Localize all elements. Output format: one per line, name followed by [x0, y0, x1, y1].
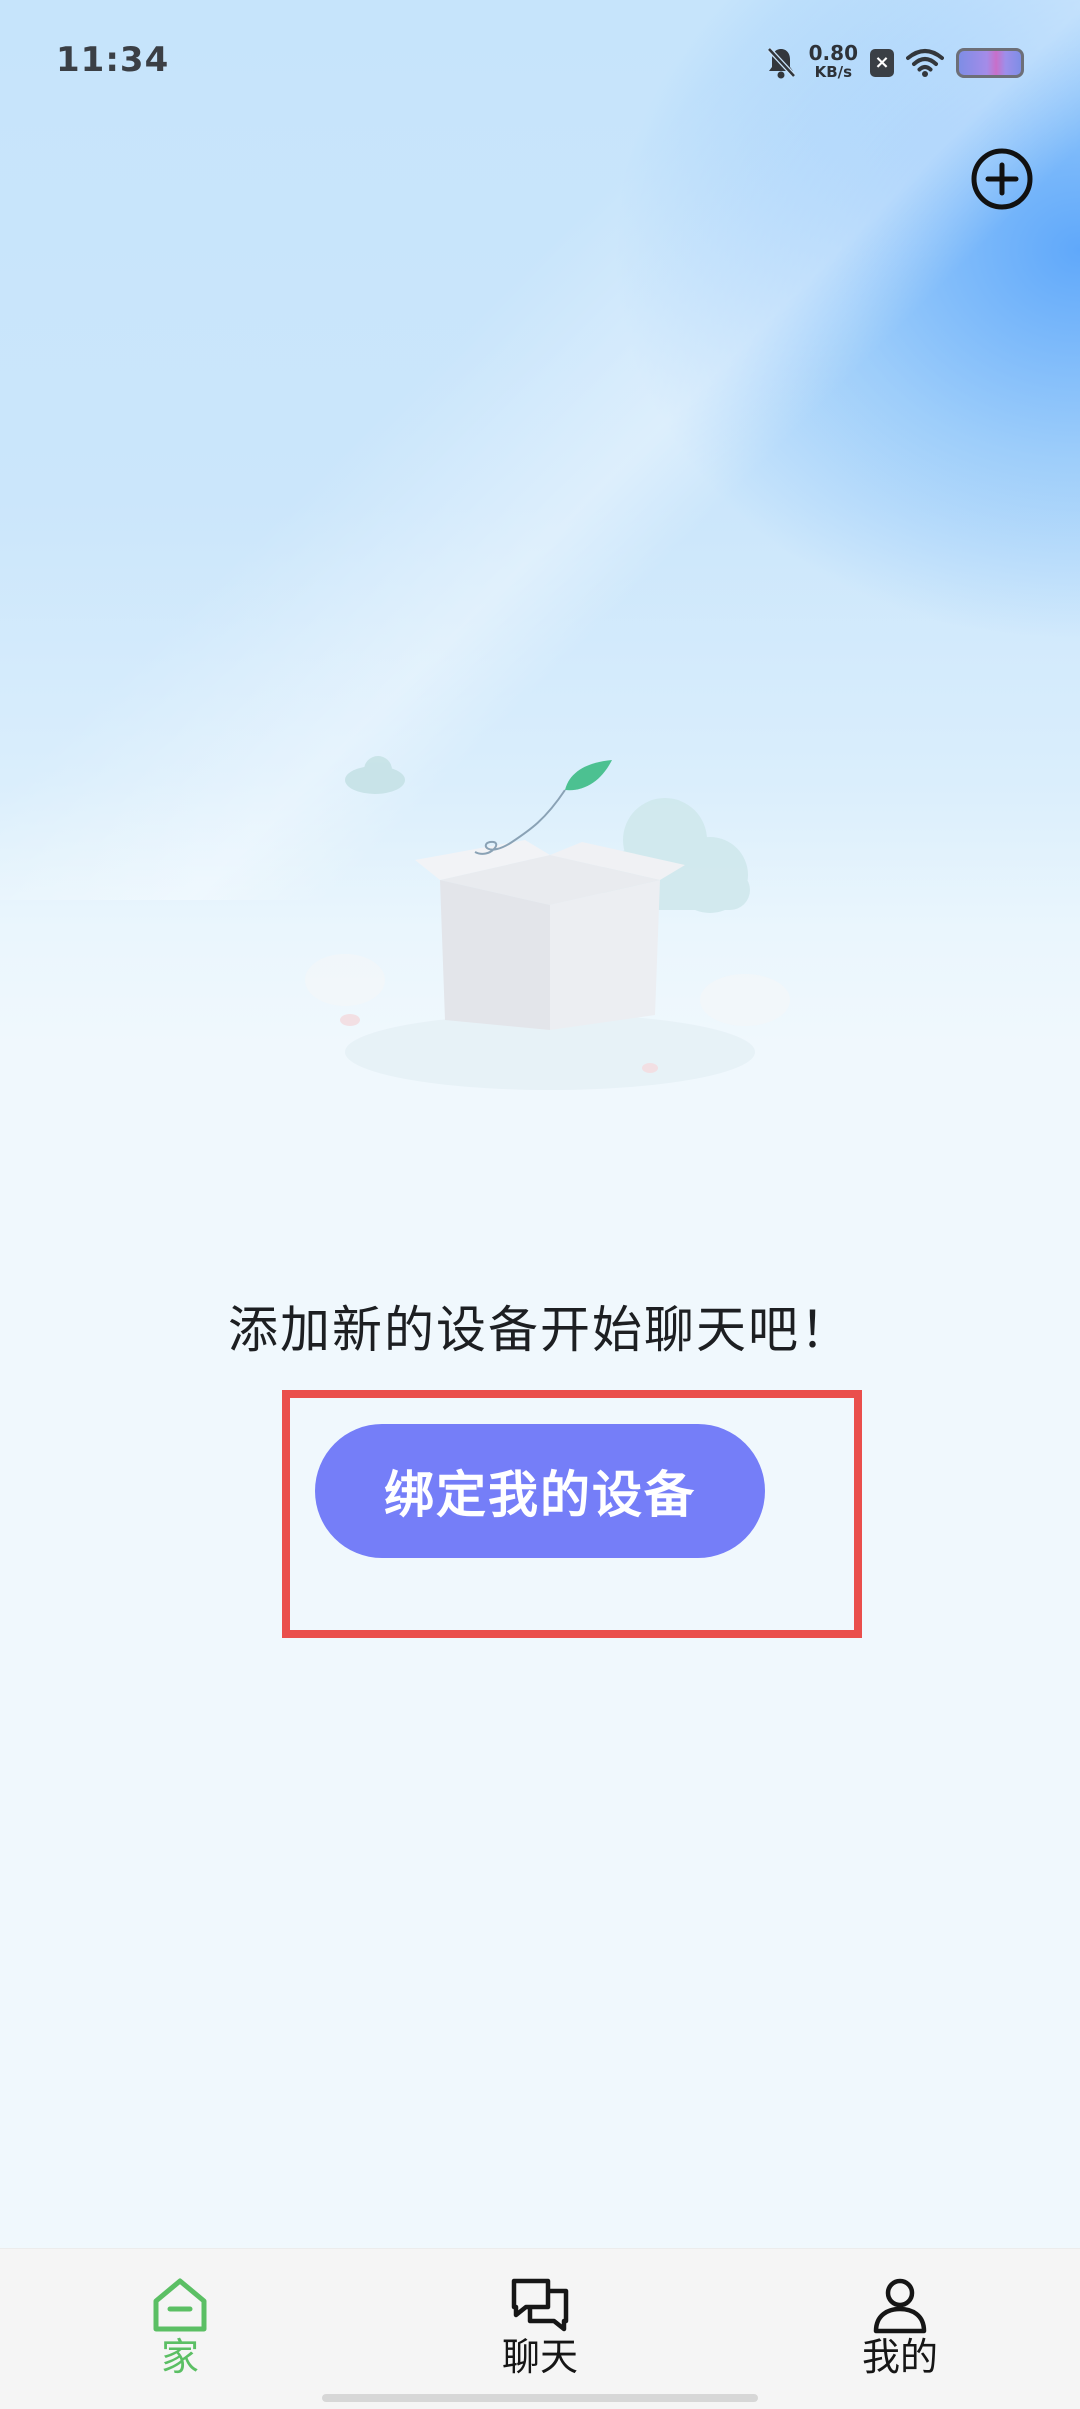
network-speed-unit: KB/s — [814, 63, 853, 81]
nav-item-me-label: 我的 — [861, 2335, 938, 2379]
bottom-nav: 家 聊天 我的 — [0, 2248, 1080, 2409]
nav-item-me[interactable]: 我的 — [800, 2249, 1000, 2389]
bind-device-button[interactable]: 绑定我的设备 — [315, 1424, 765, 1558]
status-bar: 11:34 0.80 KB/s × — [0, 0, 1080, 128]
wifi-icon — [906, 49, 944, 77]
empty-box-illustration — [305, 756, 790, 1090]
plus-circle-icon[interactable] — [970, 147, 1034, 211]
status-time: 11:34 — [56, 40, 170, 80]
empty-state-message: 添加新的设备开始聊天吧！ — [228, 1301, 852, 1359]
user-icon — [873, 2278, 927, 2334]
nav-item-home[interactable]: 家 — [80, 2249, 280, 2389]
battery-icon — [956, 48, 1024, 78]
nav-item-chat-label: 聊天 — [501, 2335, 578, 2379]
bell-muted-icon — [766, 47, 796, 79]
chat-icon — [511, 2278, 569, 2332]
network-speed-value: 0.80 — [808, 41, 858, 65]
home-indicator — [322, 2394, 758, 2402]
nav-item-home-label: 家 — [160, 2335, 199, 2379]
nav-item-chat[interactable]: 聊天 — [440, 2249, 640, 2389]
sim-x-icon: × — [870, 49, 894, 77]
home-icon — [153, 2278, 207, 2332]
network-speed: 0.80 KB/s — [808, 41, 858, 82]
status-icons: 0.80 KB/s × — [753, 40, 1024, 86]
